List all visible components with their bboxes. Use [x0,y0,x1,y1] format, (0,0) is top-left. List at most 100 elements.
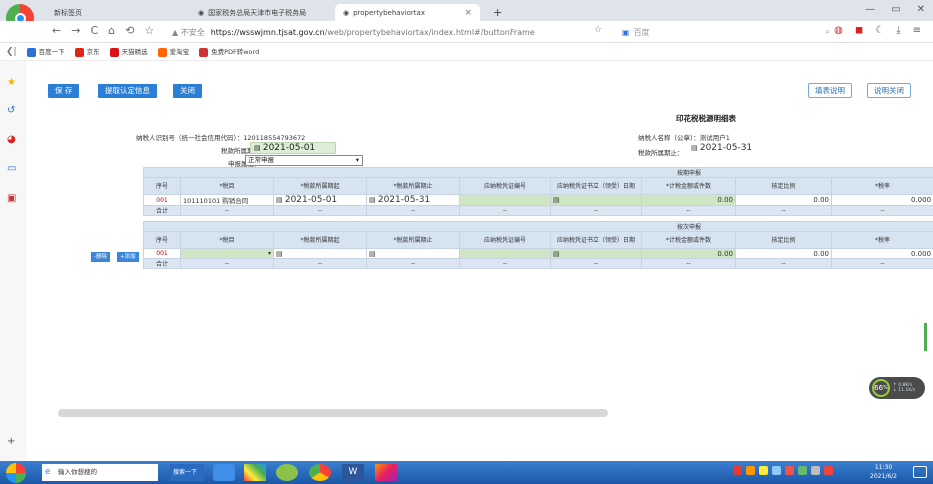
chrome-taskbar-icon[interactable] [309,464,331,481]
window-icon[interactable]: ▭ [7,163,16,174]
bookmark-tmall[interactable]: 天猫精选 [109,46,148,57]
tray-icon[interactable] [811,466,820,475]
bookmark-star-icon[interactable]: ☆ [594,25,602,35]
save-button[interactable]: 保 存 [48,84,80,98]
search-icon[interactable]: ⌕ [826,27,830,37]
forward-icon[interactable]: → [71,24,80,37]
voucher-number-field[interactable] [459,194,551,206]
bookmark-jd[interactable]: 京东 [74,46,100,57]
table-row: 001 ▾ ▤ ▤ ▤ 0.00 0.00 0.000 [143,248,933,259]
declare-attr-select[interactable]: 正常申报 ▾ [245,155,363,166]
tray-icon[interactable] [798,466,807,475]
tray-icon[interactable] [824,466,833,475]
end-date-field[interactable]: ▤ [366,248,460,259]
calendar-icon: ▤ [691,144,700,152]
menu-icon[interactable]: ≡ [913,25,921,36]
ie-taskbar-icon[interactable] [213,464,235,481]
tray-icon[interactable] [785,466,794,475]
favorite-icon[interactable]: ☆ [144,24,154,37]
voucher-date-field[interactable]: ▤ [550,248,642,259]
rate-field: 0.000 [830,194,933,206]
help-button[interactable]: 填表说明 [808,83,852,98]
tab-tax-bureau[interactable]: ◉ 国家税务总局天津市电子税务局 [190,4,322,21]
sum-cell: -- [830,205,933,216]
tab-new-tab[interactable]: 新标签页 [46,4,156,21]
taskbar-search-button[interactable]: 搜索一下 [170,464,204,481]
collapse-icon[interactable]: ❮| [6,47,17,57]
sum-cell: -- [641,205,736,216]
start-date-field[interactable]: ▤ [273,248,367,259]
close-button[interactable]: 关闭 [173,84,202,98]
extension-icon-2[interactable]: ◼ [855,25,863,36]
amount-field[interactable]: 0.00 [641,248,736,259]
voucher-number-field[interactable] [459,248,551,259]
media-taskbar-icon[interactable] [244,464,266,481]
sum-cell: -- [180,258,274,269]
maximize-icon[interactable]: ▭ [891,4,900,15]
minimize-icon[interactable]: — [865,4,875,15]
sum-cell: -- [735,258,832,269]
horizontal-scrollbar[interactable] [58,409,608,417]
voucher-date-field[interactable]: ▤ [550,194,642,206]
close-window-icon[interactable]: ✕ [917,4,925,15]
delete-row-button[interactable]: -删除 [91,252,110,262]
extract-info-button[interactable]: 提取认定信息 [98,84,157,98]
tab-propertybehaviortax[interactable]: ◉ propertybehaviortax × [335,4,480,21]
ratio-field[interactable]: 0.00 [735,248,832,259]
ie-icon: e [45,467,51,477]
download-icon[interactable]: ⤓ [896,25,900,36]
new-tab-button[interactable]: + [485,4,510,21]
tray-icon[interactable] [746,466,755,475]
weibo-icon[interactable]: ◕ [7,134,16,145]
reload-icon[interactable]: C [90,24,98,37]
app-taskbar-icon[interactable] [375,464,397,481]
sum-cell: -- [459,205,551,216]
bookmark-pdf[interactable]: 免费PDF转word [199,46,259,57]
section-title: 按次申报 [142,221,933,232]
app-icon[interactable]: ▣ [7,193,16,204]
security-warning[interactable]: ▲ 不安全 [172,27,205,38]
calendar-icon: ▤ [553,249,560,258]
close-tab-icon[interactable]: × [464,8,472,18]
add-icon[interactable]: + [7,436,15,447]
tax-item-select[interactable]: ▾ [180,248,274,259]
bookmark-baidu[interactable]: 百度一下 [26,46,65,57]
system-clock[interactable]: 11:30 2021/6/2 [870,463,897,481]
tax-item-field[interactable]: 101110101 购销合同 [180,194,274,206]
period-start-field[interactable]: ▤ 2021-05-01 [250,142,336,154]
calendar-icon: ▤ [369,196,378,204]
taxpayer-id-label: 纳税人识别号（统一社会信用代码）：120118554793672 [136,134,306,142]
add-row-button[interactable]: +添加 [117,252,139,262]
extension-icon[interactable]: ◍ [834,25,843,36]
col-header: 应纳税凭证编号 [459,231,551,249]
page-title: 印花税税源明细表 [676,114,736,123]
col-header: *计税金额或件数 [641,177,736,195]
tray-icon[interactable] [772,466,781,475]
undo-icon[interactable]: ⟲ [125,24,134,37]
star-icon[interactable]: ★ [7,77,16,88]
start-date-field[interactable]: ▤ 2021-05-01 [273,194,367,206]
bookmarks-bar: ❮| 百度一下 京东 天猫精选 爱淘宝 免费PDF转word [0,43,933,61]
jd-icon [74,47,84,57]
bookmark-aitaobao[interactable]: 爱淘宝 [157,46,189,57]
amount-field[interactable]: 0.00 [641,194,736,206]
taskbar-search-input[interactable]: e 输入你想搜的 [42,464,158,481]
end-date-field[interactable]: ▤ 2021-05-31 [366,194,460,206]
history-icon[interactable]: ↺ [7,105,15,116]
start-button[interactable] [6,463,26,483]
help-close-button[interactable]: 说明关闭 [867,83,911,98]
tray-icon[interactable] [759,466,768,475]
network-speed-widget[interactable]: 66% ↑ 0.8K/s ↓ 11.1K/s [869,377,925,399]
notification-icon[interactable] [913,466,927,478]
url-field[interactable]: ▲ 不安全 https://wsswjmn.tjsat.gov.cn/web/p… [168,24,603,40]
browser-taskbar-icon[interactable] [276,464,298,481]
tray-icon[interactable] [733,466,742,475]
baidu-icon: ▣ [622,27,630,37]
search-engine-box[interactable]: ▣ 百度 ⌕ [622,24,830,40]
browser-tab-bar: 新标签页 ◉ 国家税务总局天津市电子税务局 ◉ propertybehaviorta… [0,0,933,21]
home-icon[interactable]: ⌂ [108,24,115,37]
ratio-field[interactable]: 0.00 [735,194,832,206]
word-taskbar-icon[interactable]: W [342,464,364,481]
moon-icon[interactable]: ☾ [875,25,884,36]
back-icon[interactable]: ← [52,24,61,37]
